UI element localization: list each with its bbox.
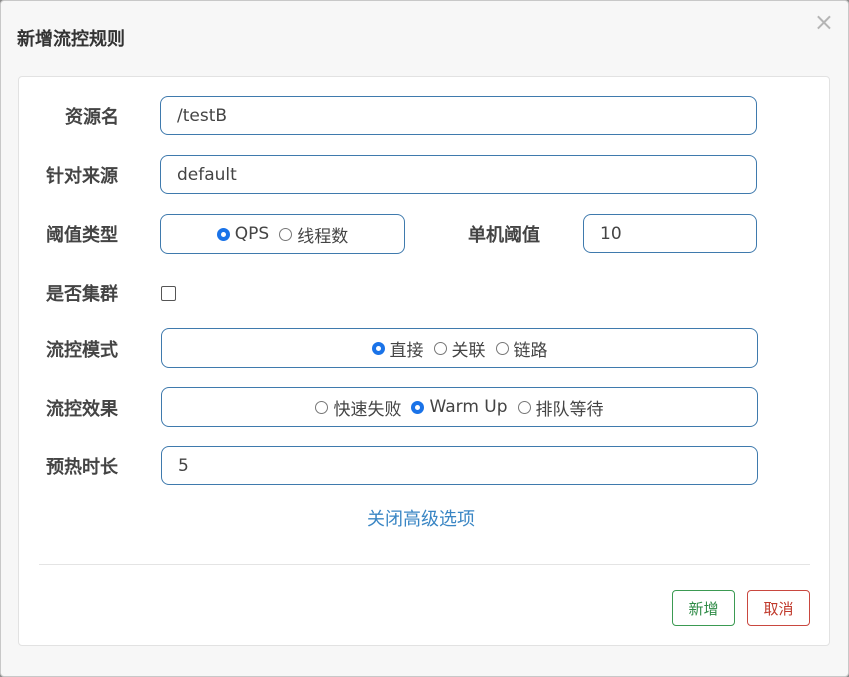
radio-unselected-icon[interactable] (279, 227, 293, 241)
option-label: 排队等待 (535, 399, 604, 420)
control-mode-label: 流控模式 (46, 340, 118, 361)
radio-unselected-icon[interactable] (517, 400, 531, 414)
control-effect-radio-group: 快速失败 Warm Up 排队等待 (161, 387, 758, 427)
option-label: 快速失败 (333, 399, 402, 420)
radio-unselected-icon[interactable] (495, 341, 509, 355)
single-threshold-label: 单机阈值 (468, 225, 540, 246)
control-effect-option-warm-up[interactable]: Warm Up (411, 397, 508, 417)
dialog-title: 新增流控规则 (17, 29, 125, 50)
footer-divider (39, 564, 810, 565)
control-effect-option-fast-fail[interactable]: 快速失败 (315, 395, 401, 420)
radio-unselected-icon[interactable] (315, 400, 329, 414)
control-mode-option-direct[interactable]: 直接 (371, 336, 424, 361)
option-label: 直接 (389, 340, 424, 361)
control-mode-radio-group: 直接 关联 链路 (161, 328, 758, 368)
resource-name-label: 资源名 (65, 107, 119, 128)
cancel-button[interactable]: 取消 (747, 590, 810, 626)
warmup-period-input[interactable] (161, 446, 758, 485)
option-label: 链路 (513, 340, 548, 361)
option-label: Warm Up (429, 397, 508, 417)
control-effect-label: 流控效果 (46, 399, 118, 420)
threshold-type-option-qps[interactable]: QPS (216, 224, 270, 244)
warmup-period-label: 预热时长 (46, 457, 118, 478)
add-flow-rule-dialog: 新增流控规则 × 资源名 针对来源 阈值类型 QPS 线程数 单机阈值 是否集群… (0, 0, 849, 677)
option-label: 关联 (451, 340, 486, 361)
option-label: 线程数 (297, 226, 349, 247)
limit-app-label: 针对来源 (46, 166, 118, 187)
cluster-mode-checkbox[interactable] (161, 286, 176, 301)
close-icon[interactable]: × (814, 9, 834, 35)
threshold-type-radio-group: QPS 线程数 (160, 214, 405, 254)
threshold-type-option-thread[interactable]: 线程数 (279, 222, 348, 247)
option-label: QPS (234, 224, 270, 244)
limit-app-input[interactable] (160, 155, 757, 194)
radio-selected-icon[interactable] (371, 341, 385, 355)
threshold-type-label: 阈值类型 (46, 225, 118, 246)
control-mode-option-chain[interactable]: 链路 (495, 336, 548, 361)
radio-selected-icon[interactable] (216, 227, 230, 241)
control-effect-option-queue[interactable]: 排队等待 (517, 395, 604, 420)
add-button[interactable]: 新增 (672, 590, 735, 626)
radio-unselected-icon[interactable] (433, 341, 447, 355)
radio-selected-icon[interactable] (411, 400, 425, 414)
resource-name-input[interactable] (160, 96, 757, 135)
close-advanced-options-link[interactable]: 关闭高级选项 (367, 505, 475, 531)
form-panel: 资源名 针对来源 阈值类型 QPS 线程数 单机阈值 是否集群 流控模式 (18, 76, 830, 646)
control-mode-option-relate[interactable]: 关联 (433, 336, 486, 361)
single-threshold-input[interactable] (583, 214, 757, 253)
cluster-mode-label: 是否集群 (46, 284, 118, 305)
